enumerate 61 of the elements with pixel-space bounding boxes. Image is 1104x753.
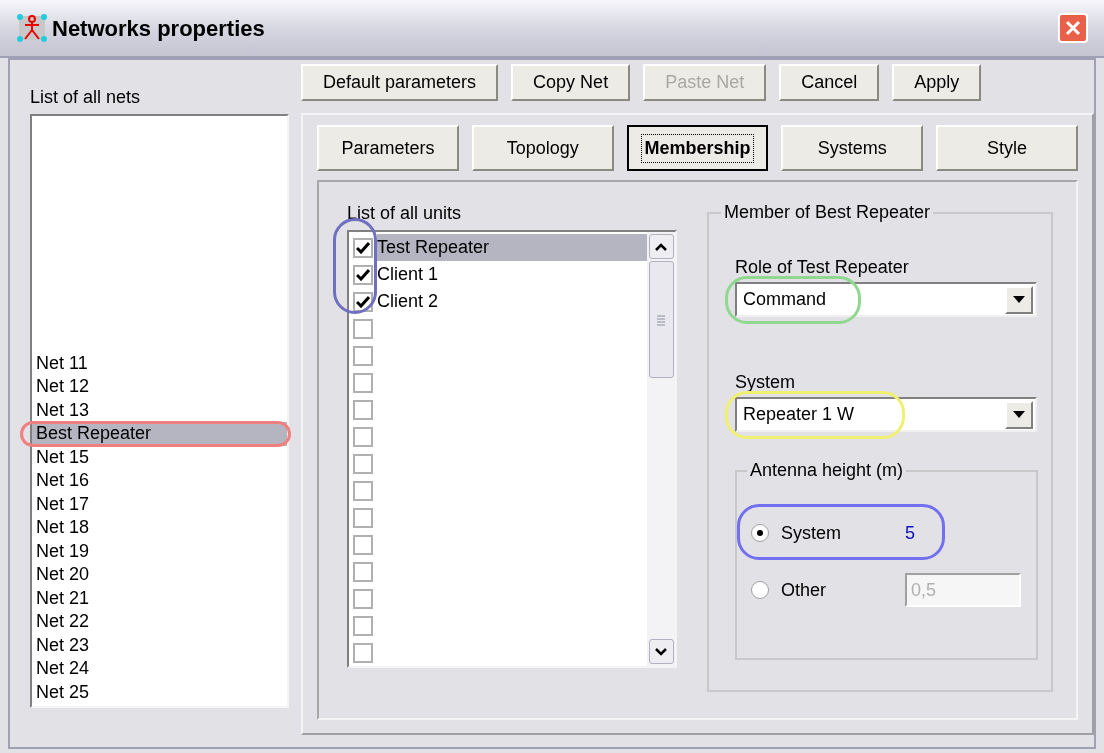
- net-list-item[interactable]: Net 16: [32, 469, 287, 493]
- tab[interactable]: Systems: [781, 125, 924, 171]
- checkbox[interactable]: [353, 453, 373, 474]
- radio-button[interactable]: [751, 581, 769, 599]
- dialog-button[interactable]: Default parameters: [301, 64, 499, 101]
- net-list-item[interactable]: Net 21: [32, 586, 287, 610]
- scrollbar[interactable]: [647, 232, 675, 666]
- nets-list-label: List of all nets: [30, 86, 142, 108]
- checkbox[interactable]: [353, 615, 373, 636]
- checkbox[interactable]: [353, 561, 373, 582]
- role-label: Role of Test Repeater: [735, 256, 910, 278]
- checkbox[interactable]: [353, 291, 373, 312]
- close-icon[interactable]: [1065, 20, 1081, 36]
- unit-list-item[interactable]: Test Repeater: [377, 234, 647, 261]
- height-value: 5: [905, 521, 916, 545]
- net-list-item[interactable]: Net 19: [32, 539, 287, 563]
- units-list-label: List of all units: [347, 202, 463, 224]
- checkbox[interactable]: [353, 480, 373, 501]
- checkbox[interactable]: [353, 534, 373, 555]
- net-list-item[interactable]: Net 11: [32, 351, 287, 375]
- window-title: Networks properties: [52, 14, 266, 43]
- radio-label: System: [781, 521, 843, 545]
- scroll-thumb[interactable]: [648, 261, 674, 378]
- tab[interactable]: Parameters: [317, 125, 459, 171]
- net-list-item[interactable]: Net 23: [32, 633, 287, 657]
- net-list-item[interactable]: Net 18: [32, 516, 287, 540]
- net-list-item[interactable]: Net 17: [32, 492, 287, 516]
- net-list-item[interactable]: Net 22: [32, 610, 287, 634]
- scroll-up-icon[interactable]: [648, 234, 674, 259]
- dialog-button[interactable]: Copy Net: [511, 64, 631, 101]
- dropdown-field[interactable]: Command: [735, 282, 1037, 317]
- dialog-button[interactable]: Cancel: [779, 64, 880, 101]
- unit-list-item[interactable]: Client 1: [377, 261, 647, 288]
- dropdown-field[interactable]: Repeater 1 W: [735, 397, 1037, 432]
- checkbox[interactable]: [353, 237, 373, 258]
- checkbox[interactable]: [353, 318, 373, 339]
- close-button[interactable]: [1058, 13, 1088, 43]
- checkbox[interactable]: [353, 345, 373, 366]
- tab[interactable]: Topology: [471, 125, 614, 171]
- dialog-button[interactable]: Apply: [892, 64, 982, 101]
- unit-list-item[interactable]: Client 2: [377, 288, 647, 315]
- checkbox[interactable]: [353, 264, 373, 285]
- checkbox[interactable]: [353, 507, 373, 528]
- scroll-down-icon[interactable]: [648, 639, 674, 664]
- network-app-icon: [16, 13, 48, 43]
- tab[interactable]: Membership: [626, 125, 769, 171]
- checkbox[interactable]: [353, 642, 373, 663]
- checkbox[interactable]: [353, 426, 373, 447]
- checkbox[interactable]: [353, 399, 373, 420]
- tab[interactable]: Style: [936, 125, 1078, 171]
- checkbox[interactable]: [353, 372, 373, 393]
- net-list-item[interactable]: Net 20: [32, 563, 287, 587]
- net-list-item[interactable]: Net 12: [32, 375, 287, 399]
- net-list-item[interactable]: Net 15: [32, 445, 287, 469]
- radio-button[interactable]: [751, 524, 769, 542]
- system-label: System: [735, 371, 797, 393]
- net-list-item[interactable]: Net 24: [32, 657, 287, 681]
- net-list-item[interactable]: Net 25: [32, 680, 287, 704]
- checkbox[interactable]: [353, 588, 373, 609]
- radio-label: Other: [781, 578, 828, 602]
- net-list-item[interactable]: Net 13: [32, 398, 287, 422]
